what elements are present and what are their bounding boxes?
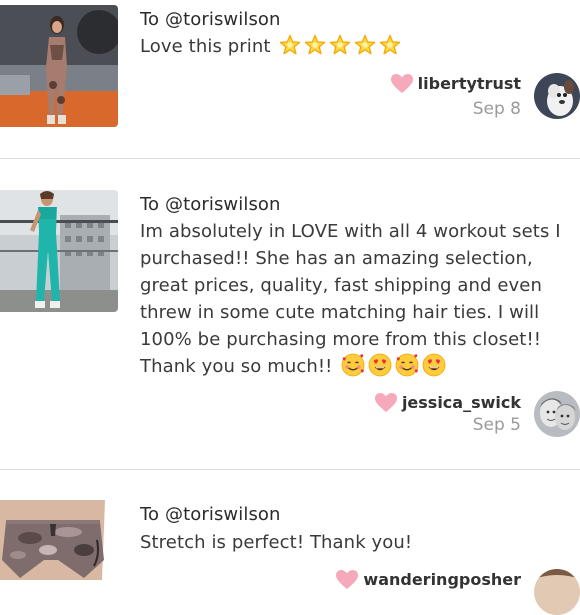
star-emoji [380,34,401,55]
star-emoji [305,34,326,55]
smiling-face-with-hearts-emoji [341,353,365,377]
review-date: Sep 8 [472,99,521,119]
smiling-face-with-hearts-emoji [395,353,419,377]
listing-thumbnail[interactable] [0,190,118,312]
reviewer-row: jessica_swick [374,392,521,413]
star-emoji [330,34,351,55]
heart-icon[interactable] [390,73,414,94]
recipient-label: To @toriswilson [140,194,281,215]
review-text: Love this print [140,33,575,60]
recipient-label: To @toriswilson [140,504,281,525]
heart-eyes-emoji [368,353,392,377]
star-emoji [355,34,376,55]
heart-icon[interactable] [374,392,398,413]
star-emoji [280,34,301,55]
reviewer-avatar[interactable] [534,73,580,119]
reviewer-avatar[interactable] [534,391,580,437]
reviewer-row: libertytrust [390,73,521,94]
divider [0,158,580,159]
reviewer-username[interactable]: jessica_swick [402,393,521,412]
review-message: Love this print [140,36,271,57]
star-emoji-group [276,34,401,57]
reviewer-avatar[interactable] [534,569,580,615]
divider [0,469,580,470]
review-message: Stretch is perfect! Thank you! [140,532,413,553]
listing-thumbnail[interactable] [0,5,118,127]
review-text: Im absolutely in LOVE with all 4 workout… [140,218,575,380]
recipient-label: To @toriswilson [140,9,281,30]
review-date: Sep 5 [472,415,521,435]
review-text: Stretch is perfect! Thank you! [140,529,575,556]
emoji-group [338,353,446,377]
reviewer-username[interactable]: libertytrust [418,74,521,93]
listing-thumbnail[interactable] [0,500,118,580]
heart-eyes-emoji [422,353,446,377]
